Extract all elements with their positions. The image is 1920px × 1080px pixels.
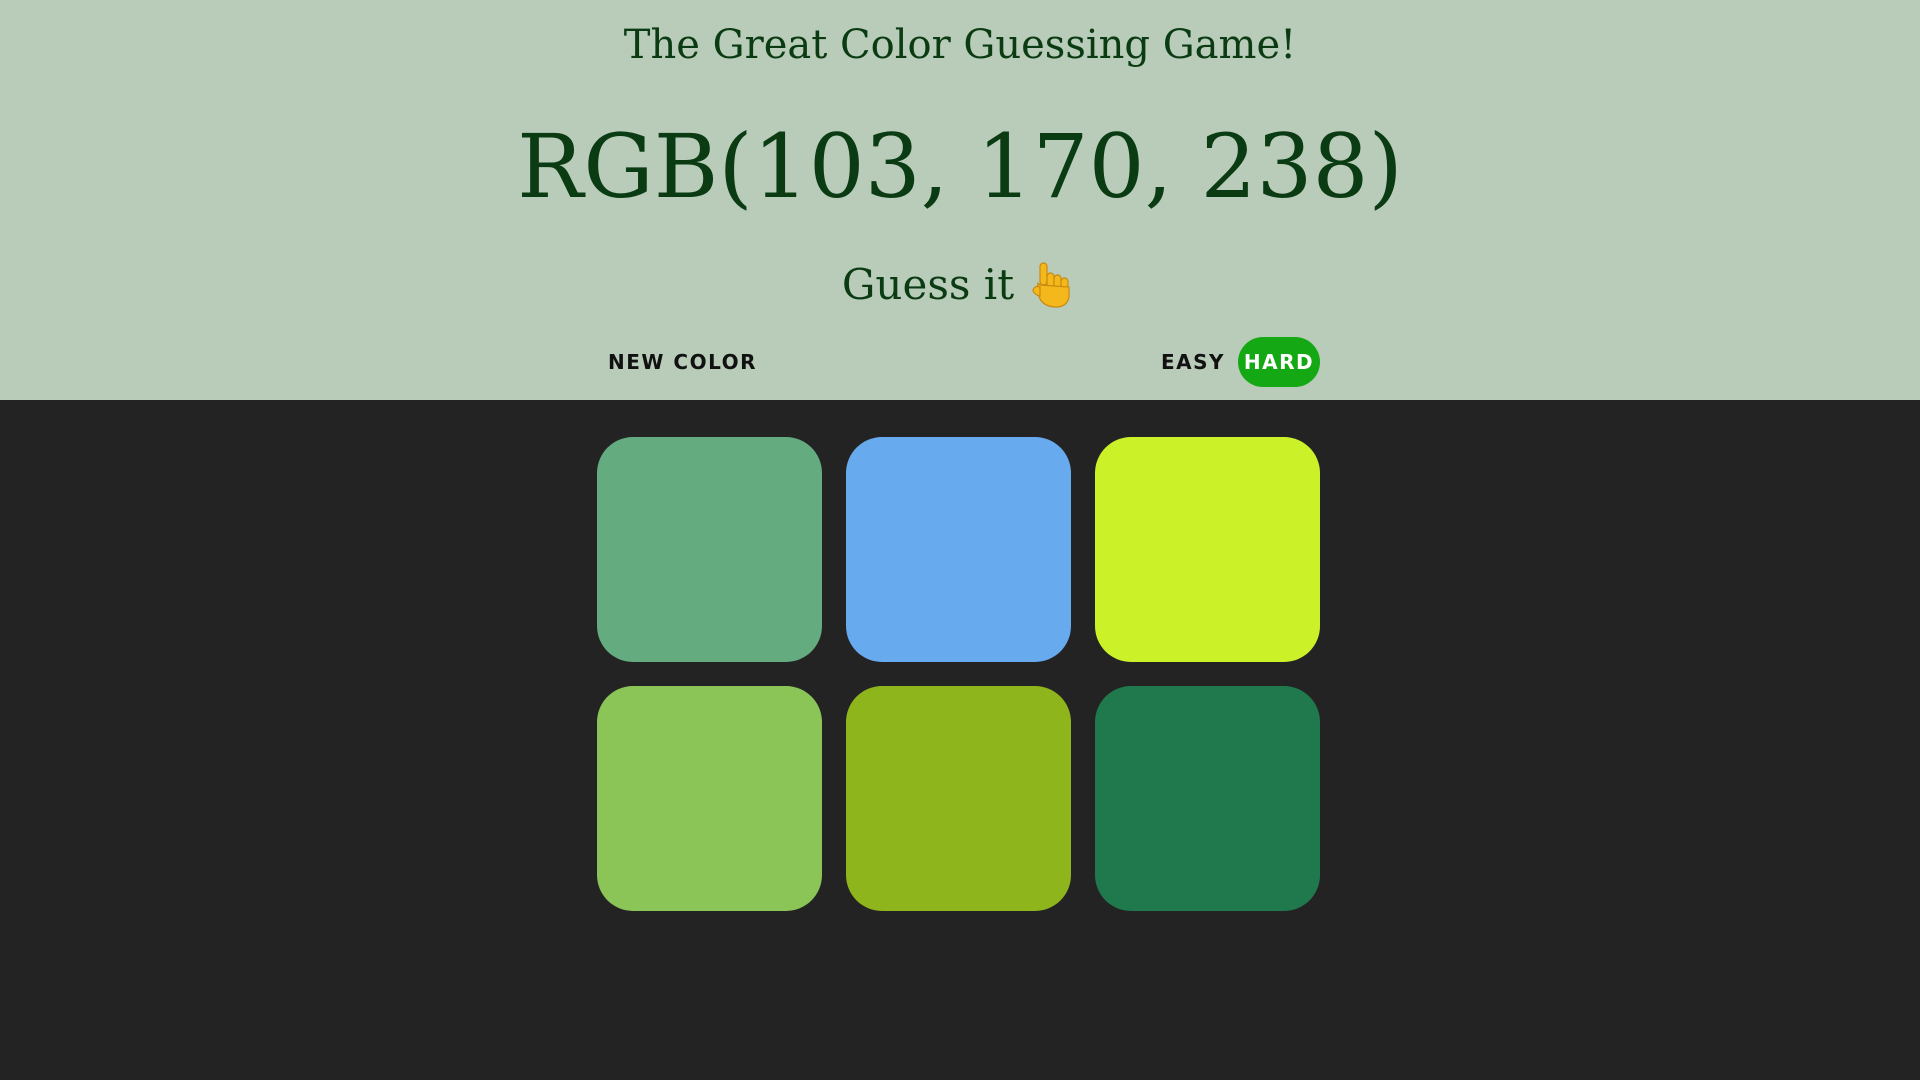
- color-square[interactable]: [597, 437, 822, 662]
- message-row: Guess it: [0, 260, 1920, 309]
- color-square[interactable]: [846, 686, 1071, 911]
- header-bar: The Great Color Guessing Game! RGB(103, …: [0, 0, 1920, 400]
- new-color-button[interactable]: NEW COLOR: [598, 337, 767, 387]
- pointing-hand-icon: [1032, 261, 1078, 309]
- page-title: The Great Color Guessing Game!: [623, 22, 1297, 68]
- color-square[interactable]: [1095, 686, 1320, 911]
- color-square[interactable]: [597, 686, 822, 911]
- color-square[interactable]: [846, 437, 1071, 662]
- color-squares-grid: [597, 437, 1321, 911]
- target-rgb-display: RGB(103, 170, 238): [517, 115, 1403, 218]
- easy-mode-button[interactable]: EASY: [1151, 337, 1235, 387]
- status-message: Guess it: [841, 260, 1015, 309]
- color-square[interactable]: [1095, 437, 1320, 662]
- hard-mode-button[interactable]: HARD: [1238, 337, 1320, 387]
